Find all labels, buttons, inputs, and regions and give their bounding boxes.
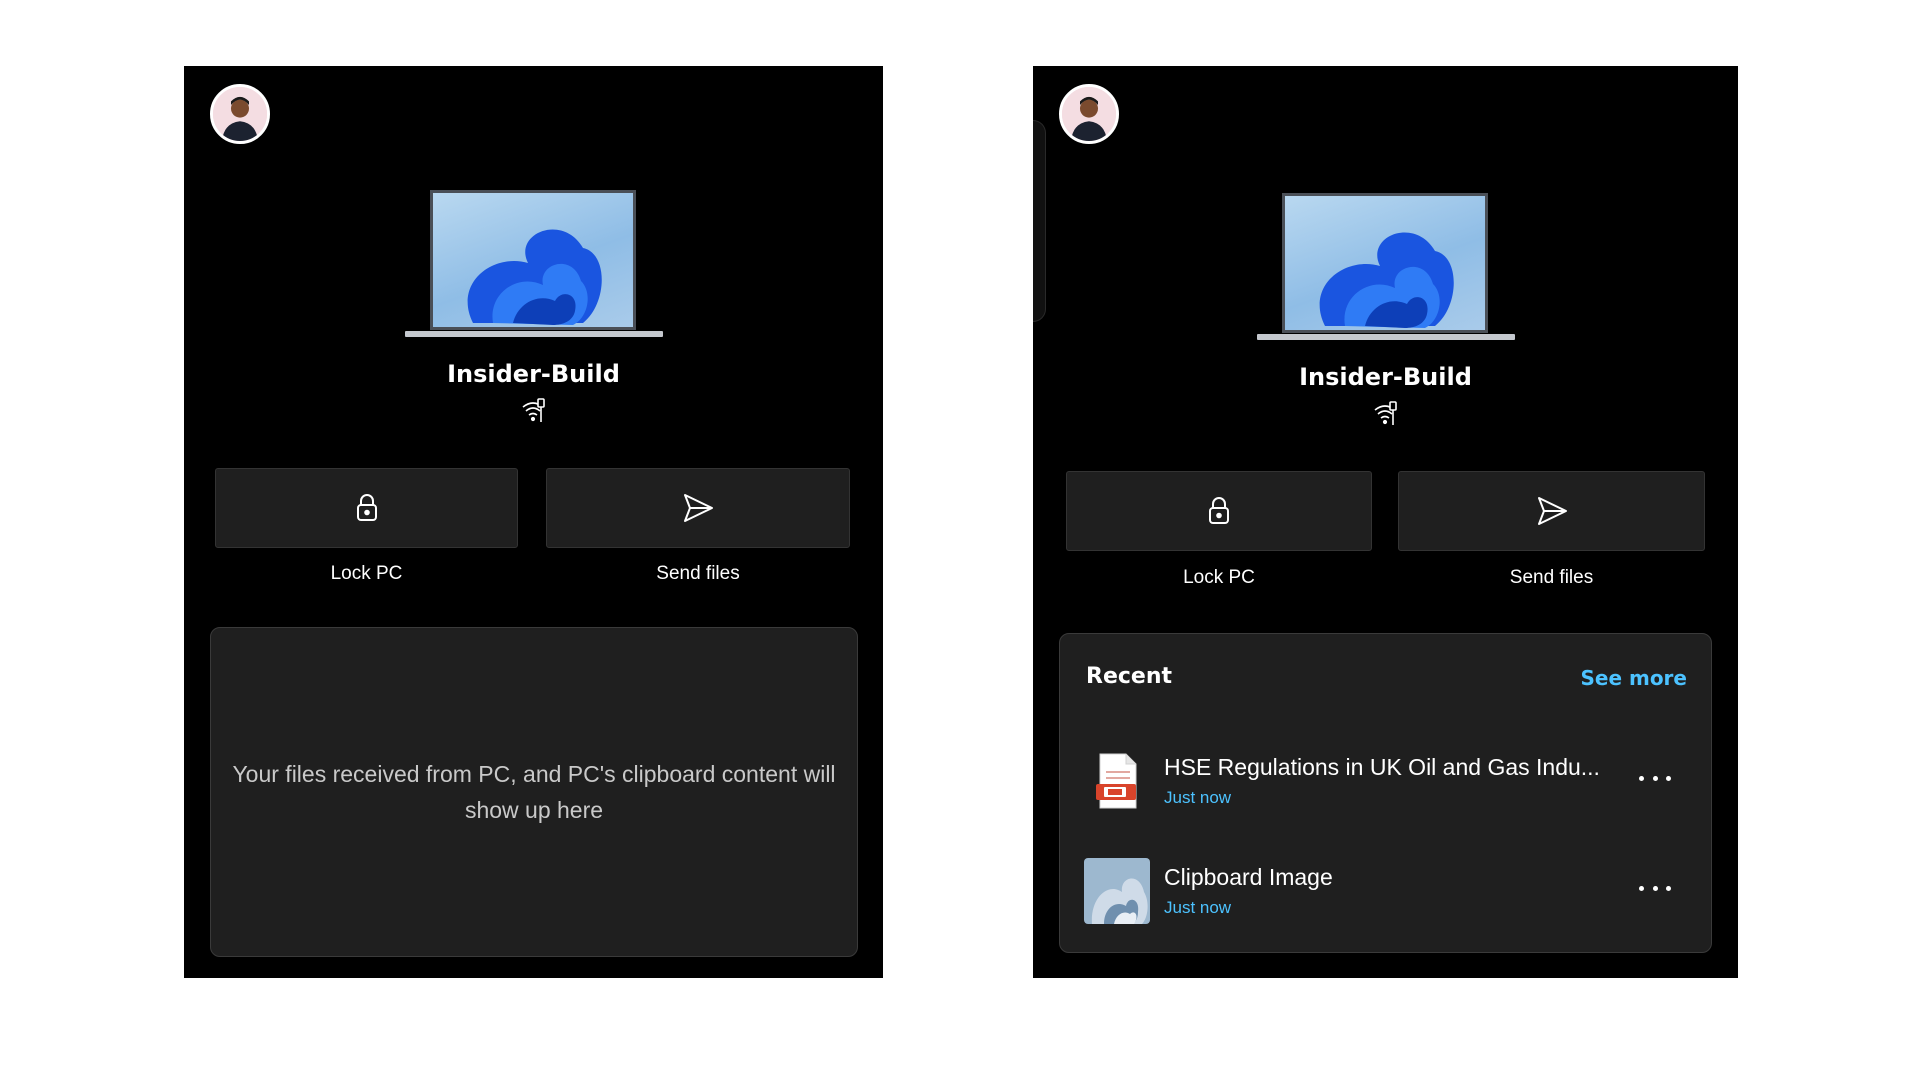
more-options-icon[interactable] [1639, 876, 1671, 900]
recent-item-time: Just now [1164, 898, 1232, 917]
windows-bloom-wallpaper [1319, 232, 1454, 328]
lock-icon [356, 494, 377, 521]
device-block: Insider-Build [184, 190, 883, 424]
device-name: Insider-Build [1299, 363, 1472, 391]
lock-pc-button[interactable] [215, 468, 518, 548]
recent-item-file[interactable]: HSE Regulations in UK Oil and Gas Indu..… [1084, 746, 1691, 816]
phone-link-panel-recent: Insider-Build Lock PC Send files Recent … [1033, 66, 1738, 978]
lock-icon [1209, 497, 1229, 524]
recent-heading: Recent [1086, 664, 1173, 689]
person-icon [1062, 87, 1116, 141]
lock-pc-label: Lock PC [330, 563, 403, 584]
empty-state-message: Your files received from PC, and PC's cl… [232, 761, 836, 823]
recent-card: Recent See more HSE Regulations in UK Oi… [1059, 633, 1712, 953]
more-options-icon[interactable] [1639, 766, 1671, 790]
laptop-image [1256, 193, 1515, 343]
recent-item-time: Just now [1164, 788, 1232, 807]
send-files-button[interactable] [1398, 471, 1705, 551]
powerpoint-file-icon [1084, 748, 1150, 814]
image-thumbnail [1084, 858, 1150, 924]
send-icon [684, 494, 713, 522]
recent-item-name: Clipboard Image [1164, 864, 1333, 890]
wifi-connection-icon [1033, 399, 1738, 427]
send-files-label: Send files [656, 563, 740, 584]
laptop-image [404, 190, 663, 340]
send-icon [1537, 497, 1567, 525]
lock-pc-label: Lock PC [1183, 567, 1255, 588]
windows-bloom-wallpaper [467, 229, 602, 325]
recent-item-clipboard[interactable]: Clipboard Image Just now [1084, 856, 1691, 926]
recent-empty-card: Your files received from PC, and PC's cl… [210, 627, 858, 957]
lock-pc-button[interactable] [1066, 471, 1372, 551]
device-name: Insider-Build [447, 360, 620, 388]
user-avatar[interactable] [210, 84, 270, 144]
send-files-button[interactable] [546, 468, 850, 548]
wifi-connection-icon [184, 396, 883, 424]
see-more-link[interactable]: See more [1580, 666, 1687, 690]
send-files-label: Send files [1509, 567, 1594, 588]
phone-link-panel-empty: Insider-Build Lock PC Send files Your fi… [184, 66, 883, 978]
person-icon [213, 87, 267, 141]
user-avatar[interactable] [1059, 84, 1119, 144]
device-block: Insider-Build [1033, 193, 1738, 427]
recent-item-name: HSE Regulations in UK Oil and Gas Indu..… [1164, 754, 1600, 780]
